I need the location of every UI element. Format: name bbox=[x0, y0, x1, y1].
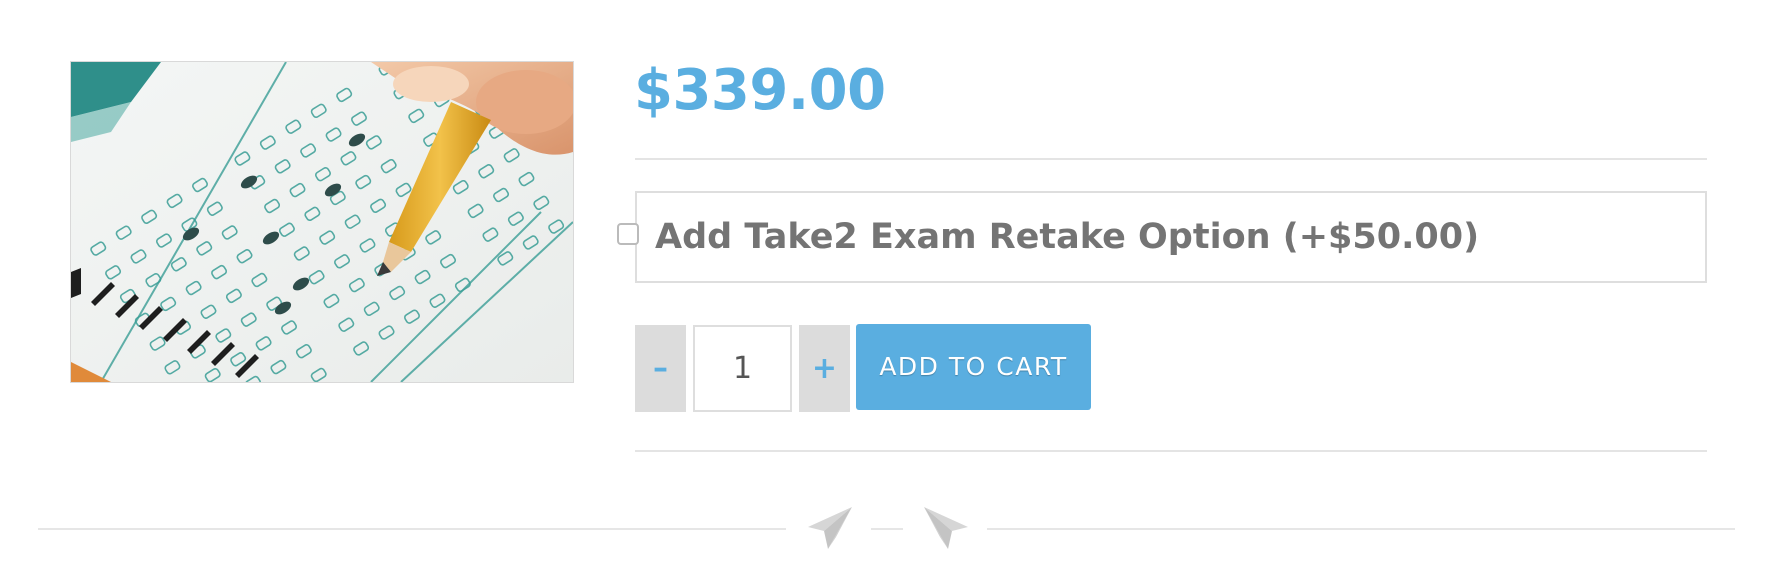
add-to-cart-button[interactable]: ADD TO CART bbox=[856, 324, 1091, 410]
addon-checkbox[interactable] bbox=[617, 223, 639, 245]
addon-label[interactable]: Add Take2 Exam Retake Option (+$50.00) bbox=[655, 212, 1479, 262]
separator-line bbox=[38, 528, 786, 530]
paper-plane-icon bbox=[806, 505, 854, 551]
paper-plane-icon bbox=[922, 505, 970, 551]
quantity-input[interactable]: 1 bbox=[693, 325, 792, 412]
quantity-increase-button[interactable]: + bbox=[799, 325, 850, 412]
divider bbox=[635, 158, 1707, 160]
product-price: $339.00 bbox=[634, 58, 886, 123]
quantity-decrease-button[interactable]: – bbox=[635, 325, 686, 412]
product-image bbox=[70, 61, 574, 383]
divider bbox=[635, 450, 1707, 452]
separator-line bbox=[987, 528, 1735, 530]
separator-line bbox=[871, 528, 903, 530]
